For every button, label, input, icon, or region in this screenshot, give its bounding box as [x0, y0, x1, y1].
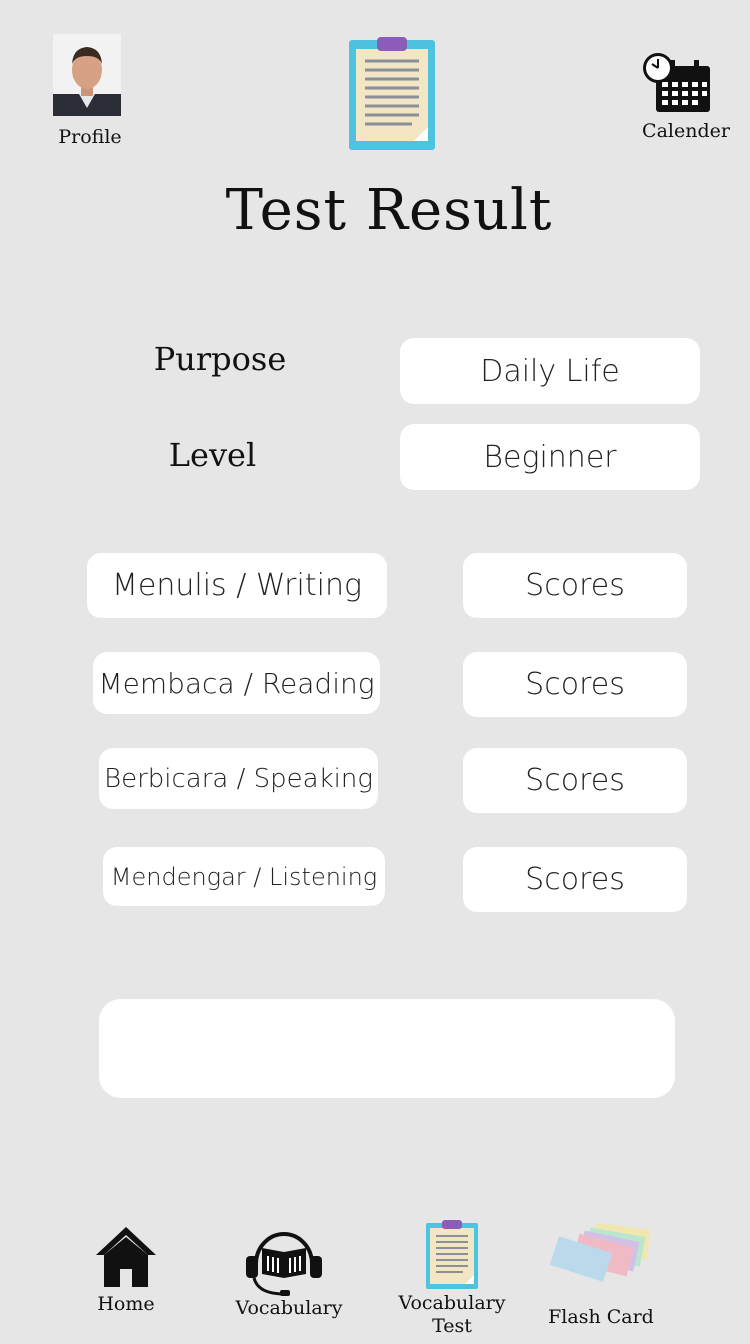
calendar-label: Calender [642, 120, 730, 142]
page-title: Test Result [225, 178, 553, 243]
nav-vocabulary-test-label: Vocabulary Test [398, 1292, 506, 1337]
flash-cards-icon [549, 1224, 651, 1282]
level-label: Level [168, 436, 257, 474]
score-speaking[interactable]: Scores [463, 748, 687, 813]
skill-listening[interactable]: Mendengar / Listening [103, 847, 385, 906]
clipboard-icon [426, 1220, 478, 1289]
purpose-field[interactable]: Daily Life [400, 338, 700, 404]
profile-label: Profile [58, 126, 122, 148]
purpose-label: Purpose [153, 340, 287, 378]
headset-book-icon [246, 1232, 322, 1296]
nav-home-label: Home [97, 1293, 155, 1315]
home-icon [96, 1227, 156, 1287]
avatar [53, 34, 121, 116]
level-field[interactable]: Beginner [400, 424, 700, 490]
skill-speaking[interactable]: Berbicara / Speaking [99, 748, 378, 809]
nav-flash-card-label: Flash Card [548, 1306, 654, 1328]
skill-writing[interactable]: Menulis / Writing [87, 553, 387, 618]
skill-reading[interactable]: Membaca / Reading [93, 652, 380, 714]
summary-box [99, 999, 675, 1098]
profile-button[interactable] [53, 34, 121, 116]
score-writing[interactable]: Scores [463, 553, 687, 618]
calendar-icon [643, 53, 710, 112]
nav-vocabulary-label: Vocabulary [235, 1297, 343, 1319]
clipboard-icon [348, 37, 436, 151]
score-listening[interactable]: Scores [463, 847, 687, 912]
score-reading[interactable]: Scores [463, 652, 687, 717]
calendar-button[interactable] [642, 52, 712, 114]
